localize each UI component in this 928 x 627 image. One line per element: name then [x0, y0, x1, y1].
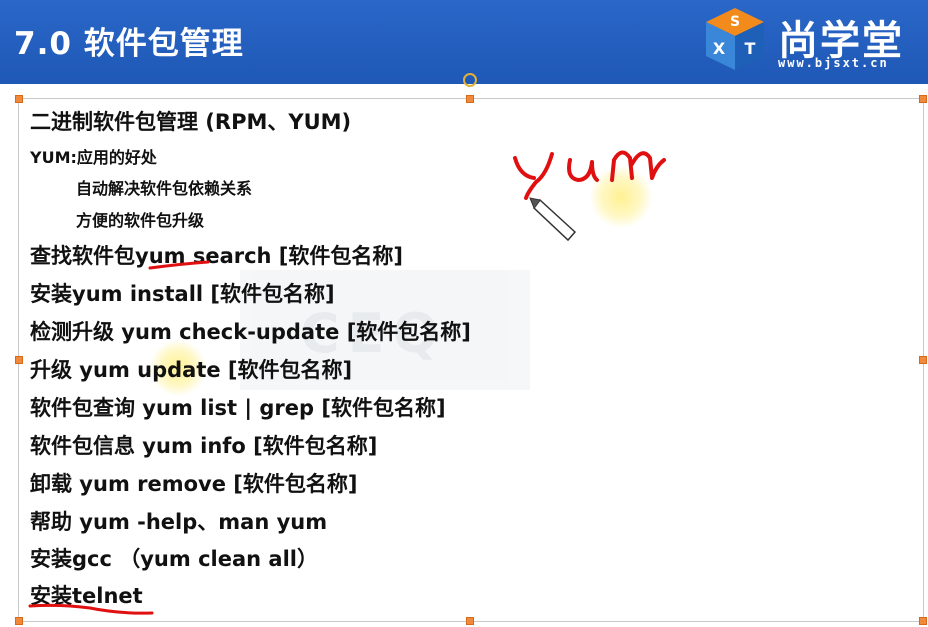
resize-handle-bottom-left[interactable] — [15, 617, 23, 625]
resize-handle-middle-left[interactable] — [15, 356, 23, 364]
logo-letter-x: X — [713, 39, 726, 58]
text-line-binary-package-heading: 二进制软件包管理 (RPM、YUM) — [30, 110, 352, 134]
resize-handle-top-left[interactable] — [15, 95, 23, 103]
text-line-yum-check-update: 检测升级 yum check-update [软件包名称] — [30, 320, 471, 344]
text-line-auto-dependency: 自动解决软件包依赖关系 — [76, 179, 253, 198]
text-line-yum-install: 安装yum install [软件包名称] — [30, 282, 335, 306]
text-line-install-gcc: 安装gcc （yum clean all） — [30, 547, 318, 571]
text-line-install-telnet: 安装telnet — [30, 584, 143, 608]
resize-handle-bottom-center[interactable] — [466, 617, 474, 625]
text-line-yum-remove: 卸载 yum remove [软件包名称] — [30, 472, 358, 496]
logo-letter-s: S — [730, 14, 740, 30]
logo-letter-t: T — [745, 39, 756, 58]
rotate-handle-icon[interactable] — [463, 73, 477, 87]
text-line-yum-benefits: YUM:应用的好处 — [30, 148, 157, 167]
brand-logo: S X T 尚学堂 www.bjsxt.cn — [700, 2, 928, 78]
resize-handle-top-center[interactable] — [466, 95, 474, 103]
brand-url: www.bjsxt.cn — [778, 56, 889, 70]
slide-title: 7.0 软件包管理 — [14, 26, 244, 62]
logo-cube-icon: S X T — [706, 8, 764, 70]
text-line-yum-list: 软件包查询 yum list | grep [软件包名称] — [30, 396, 446, 420]
resize-handle-middle-right[interactable] — [919, 356, 927, 364]
text-line-yum-info: 软件包信息 yum info [软件包名称] — [30, 434, 378, 458]
text-line-yum-update: 升级 yum update [软件包名称] — [30, 358, 353, 382]
text-line-yum-help: 帮助 yum -help、man yum — [30, 510, 328, 534]
resize-handle-bottom-right[interactable] — [919, 617, 927, 625]
text-line-yum-search: 查找软件包yum search [软件包名称] — [30, 244, 404, 268]
resize-handle-top-right[interactable] — [919, 95, 927, 103]
text-line-easy-upgrade: 方便的软件包升级 — [76, 211, 205, 230]
pointer-highlight-upper — [590, 166, 652, 228]
